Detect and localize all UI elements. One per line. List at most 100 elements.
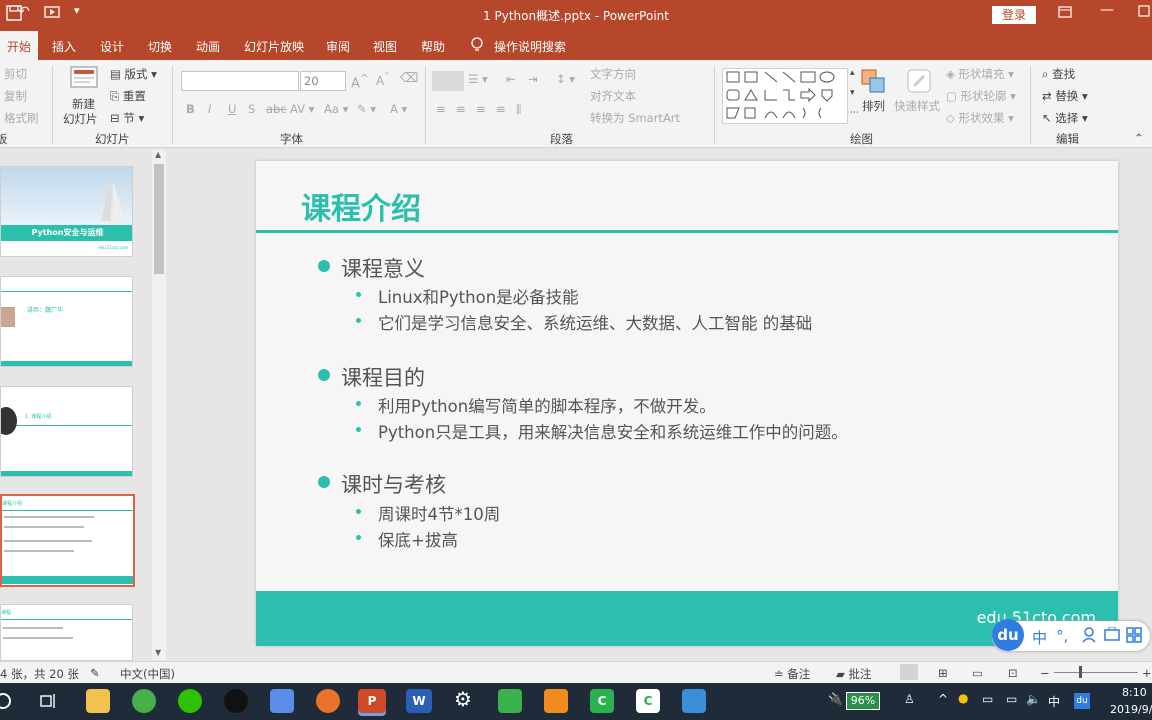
bullet-heading[interactable]: 课时与考核	[341, 469, 446, 499]
tab-view[interactable]: 视图	[373, 38, 397, 55]
person-icon[interactable]: ♙	[904, 692, 915, 706]
shrink-font-icon[interactable]: A˅	[376, 72, 389, 88]
tab-animations[interactable]: 动画	[196, 38, 220, 55]
tray-app-icon-2[interactable]: ▭	[982, 692, 993, 706]
section-button[interactable]: ⊟ 节 ▾	[110, 110, 144, 126]
tab-help[interactable]: 帮助	[421, 38, 445, 55]
new-slide-label[interactable]: 新建	[72, 96, 95, 112]
reading-view-icon[interactable]: ▭	[972, 666, 983, 680]
sub-bullet[interactable]: 利用Python编写简单的脚本程序，不做开发。	[378, 393, 716, 417]
align-left-icon[interactable]: ≡	[436, 102, 446, 116]
quick-styles-button[interactable]: 快速样式	[894, 98, 940, 114]
word-icon[interactable]: W	[406, 689, 432, 713]
minimize-icon[interactable]: —	[1100, 2, 1114, 18]
increase-indent-icon[interactable]: ⇥	[528, 72, 538, 86]
tray-expand-icon[interactable]: ^	[938, 692, 948, 706]
ime-toolbox-icon[interactable]	[1104, 626, 1120, 645]
new-slide-label-2[interactable]: 幻灯片	[63, 111, 98, 127]
tray-app-icon[interactable]: ●	[958, 691, 968, 705]
maximize-icon[interactable]	[1138, 5, 1150, 21]
start-icon[interactable]	[0, 691, 14, 714]
format-painter-button[interactable]: 格式刷	[4, 110, 39, 126]
clock-date[interactable]: 2019/9/	[1110, 703, 1152, 716]
copy-button[interactable]: 复制	[4, 88, 27, 104]
editor-icon[interactable]: C	[590, 689, 614, 713]
underline-icon[interactable]: U	[228, 102, 236, 116]
slideshow-view-icon[interactable]: ⊡	[1008, 666, 1018, 680]
reset-button[interactable]: ⎘ 重置	[110, 88, 146, 104]
replace-button[interactable]: ⇄ 替换 ▾	[1042, 88, 1088, 104]
shape-outline-button[interactable]: ▢ 形状轮廓 ▾	[946, 88, 1016, 104]
new-slide-icon[interactable]	[70, 66, 98, 93]
scroll-down-icon[interactable]: ▼	[155, 648, 161, 657]
ime-language-indicator[interactable]: 中	[1048, 693, 1060, 710]
shadow-icon[interactable]: S	[248, 102, 255, 116]
zoom-in-icon[interactable]: +	[1142, 666, 1152, 680]
settings-icon[interactable]: ⚙	[454, 687, 472, 711]
file-explorer-icon[interactable]	[86, 689, 110, 713]
ime-toolbar[interactable]: du 中 °,	[992, 619, 1150, 651]
bold-icon[interactable]: B	[186, 102, 195, 116]
power-plug-icon[interactable]: 🔌	[828, 692, 843, 706]
shapes-gallery[interactable]	[722, 68, 848, 124]
language-indicator[interactable]: 中文(中国)	[120, 666, 175, 682]
scroll-up-icon[interactable]: ▲	[155, 150, 161, 159]
char-spacing-icon[interactable]: AV ▾	[290, 102, 314, 116]
normal-view-icon[interactable]	[900, 664, 918, 680]
browser-icon[interactable]	[132, 689, 156, 713]
slide-canvas[interactable]: 课程介绍 课程意义 Linux和Python是必备技能 它们是学习信息安全、系统…	[256, 161, 1118, 646]
bullet-heading[interactable]: 课程目的	[341, 362, 425, 392]
font-family-input[interactable]	[181, 71, 299, 91]
cut-button[interactable]: 剪切	[4, 66, 27, 82]
tab-design[interactable]: 设计	[100, 38, 124, 55]
italic-icon[interactable]: I	[208, 102, 211, 116]
spell-check-icon[interactable]: ✎	[90, 666, 100, 680]
qq-icon[interactable]	[224, 689, 248, 713]
clear-format-icon[interactable]: ⌫	[400, 71, 418, 86]
thumbnail-scrollbar[interactable]: ▲ ▼	[152, 150, 166, 660]
tab-transitions[interactable]: 切换	[148, 38, 172, 55]
align-right-icon[interactable]: ≡	[476, 102, 486, 116]
ribbon-display-icon[interactable]	[1058, 5, 1072, 23]
find-button[interactable]: ⌕ 查找	[1042, 66, 1075, 82]
scrollbar-thumb[interactable]	[154, 164, 164, 274]
sub-bullet[interactable]: Python只是工具，用来解决信息安全和系统运维工作中的问题。	[378, 419, 848, 443]
select-button[interactable]: ↖ 选择 ▾	[1042, 110, 1088, 126]
powerpoint-icon[interactable]: P	[358, 689, 386, 713]
numbering-icon[interactable]: ☰ ▾	[468, 72, 488, 86]
battery-indicator[interactable]: 96%	[846, 692, 880, 710]
editor-icon-2[interactable]: C	[636, 689, 660, 713]
shape-effects-button[interactable]: ◇ 形状效果 ▾	[946, 110, 1014, 126]
tab-review[interactable]: 审阅	[326, 38, 350, 55]
highlight-icon[interactable]: ✎ ▾	[357, 102, 376, 116]
arrange-button[interactable]: 排列	[862, 98, 885, 114]
clock-time[interactable]: 8:10	[1122, 686, 1147, 699]
slide-thumbnail-2[interactable]: 讲师：魏广华	[0, 276, 133, 367]
decrease-indent-icon[interactable]: ⇤	[506, 72, 516, 86]
slide-thumbnail-3[interactable]: 1. 课程介绍	[0, 386, 133, 477]
gallery-scroll-up-icon[interactable]: ▴	[850, 68, 855, 78]
slide-thumbnail-4[interactable]: 课程介绍	[0, 494, 135, 587]
ime-logo[interactable]: du	[992, 619, 1024, 651]
slide-thumbnail-1[interactable]: Python安全与运维 edu.51cto.com	[0, 166, 133, 257]
collapse-ribbon-icon[interactable]: ⌃	[1134, 131, 1144, 145]
tab-home[interactable]: 开始	[0, 31, 39, 60]
firefox-icon[interactable]	[316, 689, 340, 713]
vmware-icon[interactable]	[544, 689, 568, 713]
app-icon-2[interactable]	[498, 689, 522, 713]
zoom-slider-thumb[interactable]	[1079, 666, 1082, 678]
tell-me-search[interactable]: 操作说明搜索	[494, 38, 566, 55]
wechat-icon[interactable]	[178, 689, 202, 713]
arrange-icon[interactable]	[860, 68, 886, 97]
task-view-icon[interactable]	[40, 693, 58, 712]
layout-button[interactable]: ▤ 版式 ▾	[110, 66, 157, 82]
align-center-icon[interactable]: ≡	[456, 102, 466, 116]
zoom-out-icon[interactable]: −	[1040, 666, 1050, 680]
slide-sorter-icon[interactable]: ⊞	[938, 666, 948, 680]
notes-button[interactable]: ≐ 备注	[774, 666, 810, 682]
tab-insert[interactable]: 插入	[52, 38, 76, 55]
ime-grid-icon[interactable]	[1126, 627, 1142, 647]
bullet-heading[interactable]: 课程意义	[341, 253, 425, 283]
volume-icon[interactable]: 🔈	[1026, 692, 1041, 706]
app-icon[interactable]	[270, 689, 294, 713]
